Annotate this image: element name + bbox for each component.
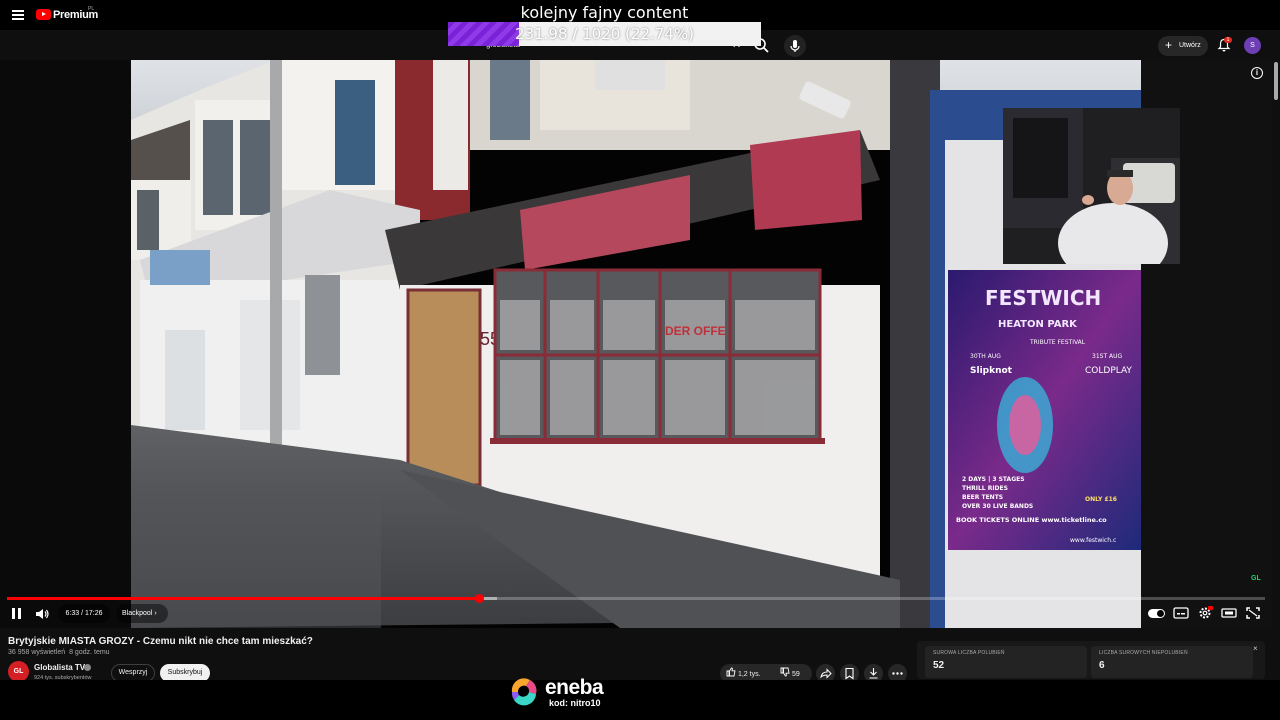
thumbs-up-icon bbox=[726, 667, 736, 677]
youtube-logo-icon[interactable] bbox=[36, 9, 51, 20]
donation-goal-bar: 231.98 / 1020 (22.74%) bbox=[448, 22, 761, 46]
poster-band-2: COLDPLAY bbox=[1085, 366, 1132, 376]
scrollbar-thumb[interactable] bbox=[1274, 62, 1278, 100]
svg-text:GL: GL bbox=[1251, 575, 1261, 582]
thumbs-down-icon bbox=[780, 667, 790, 677]
sponsor-bar bbox=[0, 680, 1280, 720]
poster-line-2: THRILL RIDES bbox=[962, 485, 1008, 492]
raw-likes-card: SUROWA LICZBA POLUBIEŃ 52 bbox=[925, 646, 1087, 678]
poster-line-3: BEER TENTS bbox=[962, 494, 1003, 501]
scrollbar[interactable] bbox=[1272, 60, 1280, 628]
info-icon[interactable]: i bbox=[1251, 67, 1263, 79]
like-button[interactable]: 1,2 tys. bbox=[726, 667, 774, 681]
poster-line-4: OVER 30 LIVE BANDS bbox=[962, 503, 1033, 510]
chevron-right-icon: › bbox=[154, 610, 157, 617]
raw-dislikes-label: LICZBA SUROWYCH NIEPOLUBIEŃ bbox=[1099, 650, 1188, 656]
poster-price: ONLY £16 bbox=[1085, 496, 1117, 503]
view-count: 36 958 wyświetleń bbox=[8, 649, 66, 656]
volume-icon[interactable] bbox=[35, 607, 49, 621]
goal-text: 231.98 / 1020 (22.74%) bbox=[515, 25, 694, 43]
like-count: 1,2 tys. bbox=[737, 671, 761, 678]
pause-icon[interactable] bbox=[12, 608, 22, 619]
autoplay-toggle[interactable] bbox=[1148, 609, 1165, 618]
poster-line-1: 2 DAYS | 3 STAGES bbox=[962, 476, 1025, 483]
raw-likes-value: 52 bbox=[933, 660, 945, 671]
streamer-webcam bbox=[1003, 108, 1180, 264]
seek-progress bbox=[7, 597, 480, 600]
poster-tribute: TRIBUTE FESTIVAL bbox=[1029, 339, 1086, 346]
poster-book: BOOK TICKETS ONLINE www.ticketline.co bbox=[956, 516, 1107, 524]
create-button[interactable]: + Utwórz bbox=[1158, 36, 1208, 56]
raw-likes-label: SUROWA LICZBA POLUBIEŃ bbox=[933, 650, 1005, 656]
notification-badge: 1 bbox=[1224, 37, 1232, 43]
poster-site: www.festwich.c bbox=[1070, 537, 1116, 544]
raw-dislikes-card: LICZBA SUROWYCH NIEPOLUBIEŃ 6 bbox=[1091, 646, 1253, 678]
dislike-button[interactable]: 59 bbox=[780, 667, 810, 681]
stream-title: kolejny fajny content bbox=[520, 3, 689, 22]
menu-icon[interactable] bbox=[12, 10, 24, 20]
poster-date-2: 31ST AUG bbox=[1092, 353, 1123, 360]
channel-avatar[interactable]: GL bbox=[8, 661, 29, 682]
sponsor-name: eneba bbox=[545, 676, 604, 699]
poster-title: FESTWICH bbox=[985, 286, 1101, 310]
mic-icon[interactable] bbox=[784, 35, 806, 57]
settings-icon[interactable] bbox=[1197, 606, 1213, 620]
poster-band-1: Slipknot bbox=[970, 366, 1013, 376]
sponsor-code: kod: nitro10 bbox=[549, 698, 601, 708]
verified-icon bbox=[84, 664, 91, 671]
dislike-count: 59 bbox=[791, 671, 800, 678]
chapter-button[interactable]: Blackpool › bbox=[116, 604, 168, 623]
fullscreen-icon[interactable] bbox=[1245, 606, 1261, 620]
video-meta: 36 958 wyświetleń 8 godz. temu bbox=[8, 649, 110, 656]
subtitles-icon[interactable] bbox=[1173, 606, 1189, 620]
raw-dislikes-value: 6 bbox=[1099, 660, 1105, 671]
video-title: Brytyjskie MIASTA GROZY - Czemu nikt nie… bbox=[8, 636, 313, 647]
shop-sign: DER OFFE bbox=[665, 324, 726, 338]
close-icon[interactable]: × bbox=[1253, 644, 1258, 653]
country-code: PL bbox=[88, 6, 95, 12]
eneba-logo-icon bbox=[511, 678, 537, 706]
plus-icon: + bbox=[1165, 38, 1173, 52]
upload-age: 8 godz. temu bbox=[69, 649, 110, 656]
poster-date-1: 30TH AUG bbox=[970, 353, 1001, 360]
time-display: 6:33 / 17:26 bbox=[58, 604, 110, 623]
chapter-label: Blackpool bbox=[122, 610, 153, 617]
channel-name[interactable]: Globalista TV bbox=[34, 663, 85, 672]
poster-subtitle: HEATON PARK bbox=[998, 319, 1078, 330]
theater-mode-icon[interactable] bbox=[1221, 606, 1237, 620]
create-label: Utwórz bbox=[1179, 42, 1201, 49]
avatar[interactable]: S bbox=[1244, 37, 1261, 54]
